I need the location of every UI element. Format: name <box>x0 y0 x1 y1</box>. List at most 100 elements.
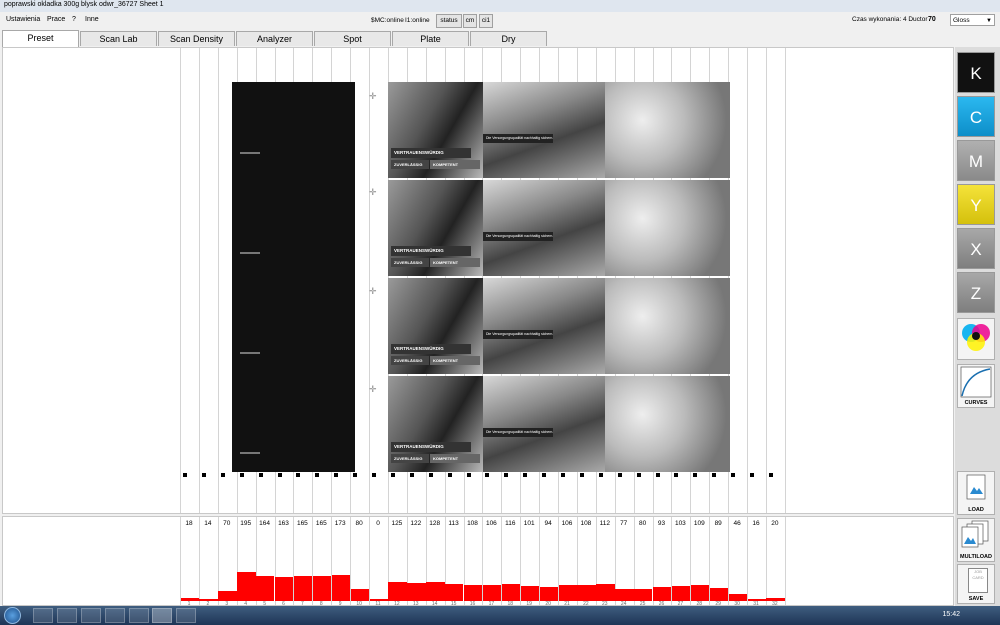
zone-bar[interactable] <box>520 585 540 601</box>
zone-value[interactable]: 18 <box>180 520 198 527</box>
zone-value[interactable]: 116 <box>501 520 519 527</box>
load-button[interactable]: LOAD <box>957 471 995 515</box>
zone-value[interactable]: 108 <box>464 520 482 527</box>
zone-value[interactable]: 125 <box>388 520 406 527</box>
zone-bar[interactable] <box>331 575 351 601</box>
zone-value[interactable]: 106 <box>558 520 576 527</box>
job-card-icon: JOB CARD <box>968 568 988 593</box>
zone-bar[interactable] <box>577 584 596 601</box>
tab-analyzer[interactable]: Analyzer <box>236 31 313 46</box>
curves-button[interactable]: CURVES <box>957 364 995 408</box>
zone-bar[interactable] <box>690 584 710 601</box>
photo-label-2: ZUVERLÄSSIG <box>391 258 429 267</box>
menu-inne[interactable]: Inne <box>85 16 99 23</box>
zone-value[interactable]: 80 <box>350 520 368 527</box>
zone-bar[interactable] <box>482 585 502 601</box>
zone-value[interactable]: 112 <box>596 520 614 527</box>
zone-value[interactable]: 122 <box>407 520 425 527</box>
tab-dry[interactable]: Dry <box>470 31 547 46</box>
color-c-button[interactable]: C <box>957 96 995 137</box>
zone-value[interactable]: 103 <box>671 520 689 527</box>
zone-bar[interactable] <box>728 594 747 601</box>
menu-help[interactable]: ? <box>72 16 76 23</box>
tab-plate[interactable]: Plate <box>392 31 469 46</box>
zone-value[interactable]: 93 <box>653 520 671 527</box>
zone-bar[interactable] <box>218 590 237 601</box>
zone-value[interactable]: 106 <box>482 520 500 527</box>
ci1-button[interactable]: ci1 <box>479 14 493 28</box>
zone-bar[interactable] <box>445 584 464 601</box>
menu-prace[interactable]: Prace <box>47 16 65 23</box>
zone-bar[interactable] <box>293 576 313 601</box>
zone-bar[interactable] <box>653 587 672 601</box>
sheet-preview[interactable]: Die Versorgungsqualität nachhaltig siche… <box>2 47 954 514</box>
zone-value[interactable]: 94 <box>539 520 557 527</box>
color-m-button[interactable]: M <box>957 140 995 181</box>
taskbar-chrome-icon[interactable] <box>129 608 149 623</box>
zone-value[interactable]: 16 <box>747 520 765 527</box>
taskbar-skype-icon[interactable] <box>176 608 196 623</box>
zone-bar[interactable] <box>501 583 521 601</box>
zone-value[interactable]: 109 <box>690 520 708 527</box>
save-button[interactable]: JOB CARD SAVE <box>957 564 995 604</box>
zone-value[interactable]: 163 <box>275 520 293 527</box>
zone-value[interactable]: 173 <box>331 520 349 527</box>
zone-value[interactable]: 128 <box>426 520 444 527</box>
zone-bar[interactable] <box>426 581 445 601</box>
cm-button[interactable]: cm <box>463 14 477 28</box>
zone-bar[interactable] <box>388 582 407 601</box>
color-y-button[interactable]: Y <box>957 184 995 225</box>
zone-bar[interactable] <box>237 571 256 601</box>
zone-bar[interactable] <box>312 576 332 601</box>
zone-bar[interactable] <box>539 586 558 601</box>
zone-value[interactable]: 46 <box>728 520 746 527</box>
zone-bar[interactable] <box>256 576 275 601</box>
zone-bar[interactable] <box>350 589 369 601</box>
zone-value[interactable]: 164 <box>256 520 274 527</box>
zone-value[interactable]: 195 <box>237 520 255 527</box>
color-bar-patch <box>466 473 471 477</box>
zone-value[interactable]: 165 <box>312 520 330 527</box>
menu-ustawienia[interactable]: Ustawienia <box>6 16 40 23</box>
start-button[interactable] <box>4 607 21 624</box>
taskbar-media-icon[interactable] <box>81 608 101 623</box>
gloss-select[interactable]: Gloss ▼ <box>950 14 995 26</box>
zone-value[interactable]: 101 <box>520 520 538 527</box>
zone-value[interactable]: 165 <box>293 520 311 527</box>
zone-bar[interactable] <box>709 587 729 601</box>
zone-bar[interactable] <box>634 589 653 601</box>
zone-value[interactable]: 70 <box>218 520 236 527</box>
zone-bar[interactable] <box>615 589 634 601</box>
zone-value[interactable]: 20 <box>766 520 784 527</box>
tab-preset[interactable]: Preset <box>2 30 79 47</box>
zone-value[interactable]: 113 <box>445 520 463 527</box>
zone-bar[interactable] <box>407 582 426 601</box>
tab-scan-density[interactable]: Scan Density <box>158 31 235 46</box>
zone-bar[interactable] <box>596 584 615 601</box>
zone-value[interactable]: 108 <box>577 520 595 527</box>
taskbar-app-icon[interactable] <box>105 608 125 623</box>
zone-value[interactable]: 89 <box>709 520 727 527</box>
zone-value[interactable]: 80 <box>634 520 652 527</box>
color-x-button[interactable]: X <box>957 228 995 269</box>
zone-value[interactable]: 77 <box>615 520 633 527</box>
photo-caption-box: Die Versorgungsqualität nachhaltig siche… <box>483 330 553 339</box>
tab-spot[interactable]: Spot <box>314 31 391 46</box>
tab-scan-lab[interactable]: Scan Lab <box>80 31 157 46</box>
zone-bar[interactable] <box>558 585 577 601</box>
zone-value[interactable]: 0 <box>369 520 387 527</box>
zone-bar[interactable] <box>671 585 691 601</box>
color-z-button[interactable]: Z <box>957 272 995 313</box>
zone-bar[interactable] <box>464 584 483 601</box>
taskbar-explorer-icon[interactable] <box>57 608 77 623</box>
zone-divider <box>198 517 200 605</box>
zone-value[interactable]: 14 <box>199 520 217 527</box>
color-k-button[interactable]: K <box>957 52 995 93</box>
status-button[interactable]: status <box>436 14 462 28</box>
taskbar-ie-icon[interactable] <box>33 608 53 623</box>
registration-mark-icon: ✛ <box>369 91 377 101</box>
cmyk-button[interactable] <box>957 318 995 360</box>
multiload-button[interactable]: MULTILOAD <box>957 518 995 562</box>
zone-bar[interactable] <box>275 576 294 601</box>
taskbar-press-app-icon[interactable] <box>152 608 172 623</box>
